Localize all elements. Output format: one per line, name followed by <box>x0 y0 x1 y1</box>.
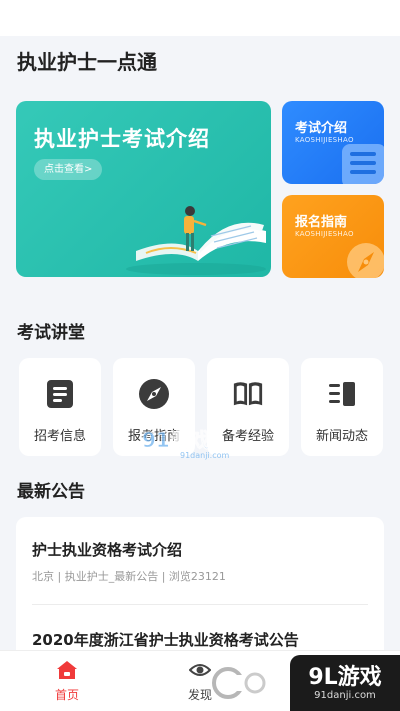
watermark-91-logo: 91游戏 91danji.com <box>142 428 230 460</box>
exam-intro-card[interactable]: 考试介绍 KAOSHIJIESHAO <box>282 101 384 184</box>
book-icon <box>233 382 263 406</box>
lecture-section-title: 考试讲堂 <box>17 323 85 343</box>
registration-guide-title: 报名指南 <box>295 215 348 230</box>
watermark-center-sub: 91danji.com <box>180 451 230 460</box>
hero-banner[interactable]: 执业护士考试介绍 点击查看> <box>16 101 271 277</box>
tile-news[interactable]: 新闻动态 <box>301 358 383 456</box>
tile-recruitment-info[interactable]: 招考信息 <box>19 358 101 456</box>
divider <box>32 604 368 605</box>
home-icon <box>57 661 77 679</box>
compass-icon <box>347 243 384 278</box>
status-bar <box>0 0 400 36</box>
watermark-c-logo-icon <box>212 667 266 699</box>
announcement-title[interactable]: 2020年度浙江省护士执业资格考试公告 <box>32 629 299 650</box>
announcement-meta: 北京 | 执业护士_最新公告 | 浏览23121 <box>32 570 226 583</box>
tile-label: 新闻动态 <box>315 429 368 444</box>
exam-intro-title: 考试介绍 <box>295 121 348 136</box>
watermark-corner: 9L游戏 91danji.com <box>290 655 400 711</box>
list-icon <box>342 144 384 184</box>
registration-guide-card[interactable]: 报名指南 KAOSHIJIESHAO <box>282 195 384 278</box>
watermark-center-main: 91游戏 <box>142 428 210 452</box>
watermark-corner-sub: 91danji.com <box>314 690 376 701</box>
hero-view-button[interactable]: 点击查看> <box>34 159 103 180</box>
tab-home[interactable]: 首页 <box>17 651 117 711</box>
tile-label: 招考信息 <box>33 429 86 444</box>
hero-title: 执业护士考试介绍 <box>34 127 210 151</box>
announcement-title[interactable]: 护士执业资格考试介绍 <box>32 539 182 560</box>
document-icon <box>47 380 73 408</box>
watermark-corner-main: 9L游戏 <box>308 665 382 690</box>
announcements-section-title: 最新公告 <box>17 482 85 502</box>
compass-icon <box>139 379 169 409</box>
news-icon <box>329 382 355 406</box>
tab-home-label: 首页 <box>54 688 79 702</box>
page-title: 执业护士一点通 <box>17 50 157 74</box>
open-book-reader-icon <box>126 206 266 275</box>
eye-icon <box>189 664 211 676</box>
